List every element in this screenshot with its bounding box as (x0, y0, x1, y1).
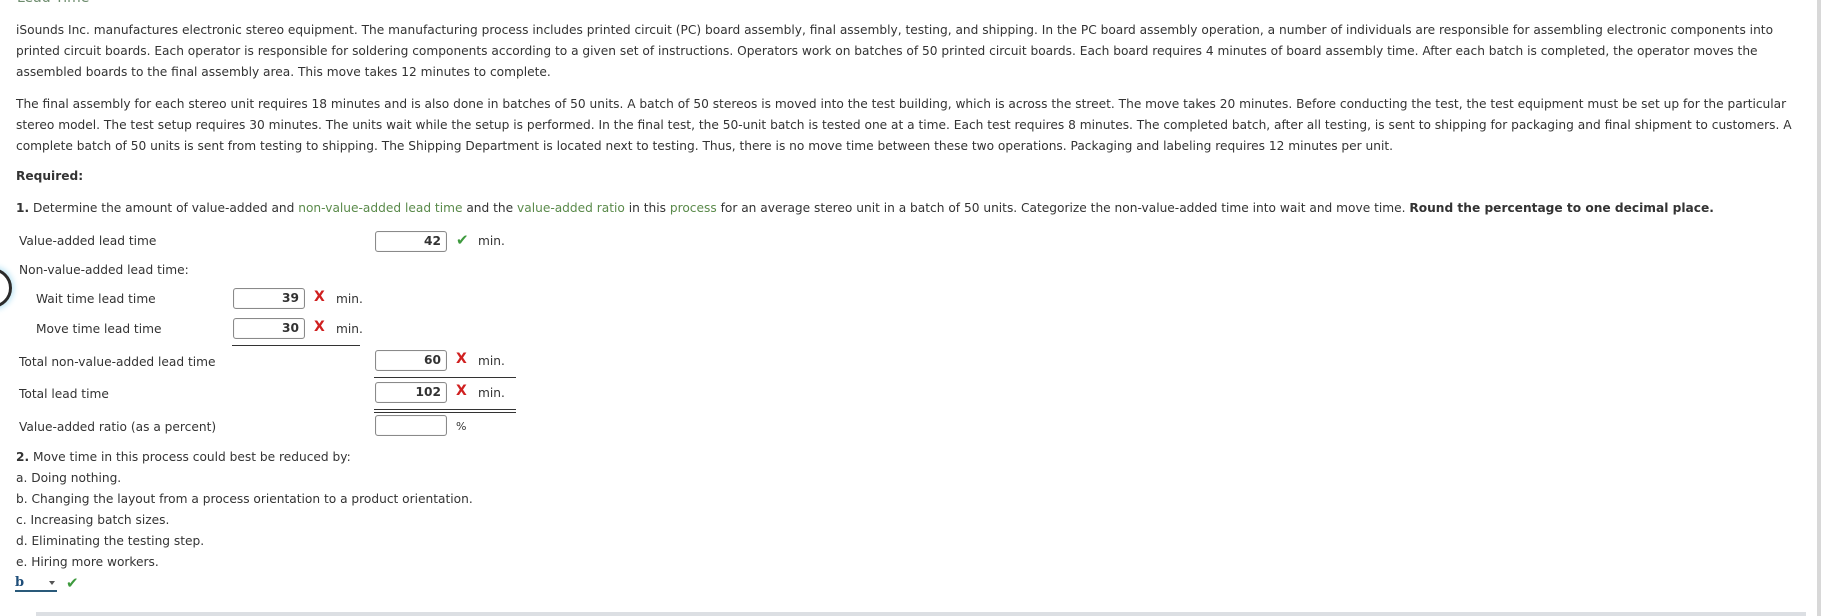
check-icon: ✔ (456, 231, 469, 249)
chevron-down-icon (49, 581, 55, 585)
cursor-highlight (0, 268, 12, 308)
q1-text: Determine the amount of value-added and (29, 201, 299, 215)
problem-paragraph-2: The final assembly for each stereo unit … (16, 97, 1792, 153)
subtotal-rule (232, 345, 360, 346)
x-icon: X (456, 351, 467, 367)
value-added-ratio-label: Value-added ratio (as a percent) (19, 420, 217, 434)
glossary-link-nva-lead-time[interactable]: non-value-added lead time (298, 201, 462, 215)
check-icon: ✔ (66, 574, 79, 592)
x-icon: X (314, 289, 325, 305)
percent-unit: % (456, 420, 467, 433)
q1-text: for an average stereo unit in a batch of… (716, 201, 1410, 215)
total-nva-label: Total non-value-added lead time (19, 355, 216, 369)
glossary-link-process[interactable]: process (670, 201, 717, 215)
total-rule (374, 377, 516, 378)
wait-time-unit: min. (336, 292, 363, 306)
total-lead-time-input[interactable]: 102 (375, 382, 447, 403)
move-time-label: Move time lead time (36, 322, 162, 336)
q1-text: in this (624, 201, 670, 215)
glossary-link-value-added-ratio[interactable]: value-added ratio (517, 201, 625, 215)
move-time-input[interactable]: 30 (233, 318, 305, 339)
x-icon: X (314, 319, 325, 335)
question-2-prompt: 2. Move time in this process could best … (16, 450, 351, 464)
vertical-scrollbar[interactable] (1817, 0, 1821, 616)
value-added-ratio-input[interactable] (375, 415, 447, 436)
value-added-input[interactable]: 42 (375, 231, 447, 252)
value-added-unit: min. (478, 234, 505, 248)
option-a: a. Doing nothing. (16, 471, 122, 485)
move-time-unit: min. (336, 322, 363, 336)
value-added-label: Value-added lead time (19, 234, 157, 248)
question-1-prompt: 1. Determine the amount of value-added a… (16, 201, 1714, 215)
question-2-number: 2. (16, 450, 30, 464)
wait-time-label: Wait time lead time (36, 292, 156, 306)
nva-heading: Non-value-added lead time: (19, 263, 189, 277)
total-lead-time-unit: min. (478, 386, 505, 400)
total-nva-unit: min. (478, 354, 505, 368)
horizontal-scrollbar[interactable] (36, 612, 1806, 616)
double-rule (374, 409, 516, 413)
required-label: Required: (16, 169, 84, 183)
wait-time-input[interactable]: 39 (233, 288, 305, 309)
option-b: b. Changing the layout from a process or… (16, 492, 473, 506)
option-c: c. Increasing batch sizes. (16, 513, 170, 527)
section-title: Lead Time (17, 0, 89, 6)
option-d: d. Eliminating the testing step. (16, 534, 205, 548)
question-1-number: 1. (16, 201, 30, 215)
x-icon: X (456, 383, 467, 399)
problem-paragraph-1: iSounds Inc. manufactures electronic ste… (16, 23, 1774, 79)
answer-select[interactable]: b (15, 576, 57, 592)
total-nva-input[interactable]: 60 (375, 350, 447, 371)
q2-text: Move time in this process could best be … (29, 450, 351, 464)
answer-select-value: b (15, 575, 25, 590)
q1-rounding-instruction: Round the percentage to one decimal plac… (1409, 201, 1714, 215)
q1-text: and the (462, 201, 518, 215)
option-e: e. Hiring more workers. (16, 555, 159, 569)
total-lead-time-label: Total lead time (19, 387, 109, 401)
